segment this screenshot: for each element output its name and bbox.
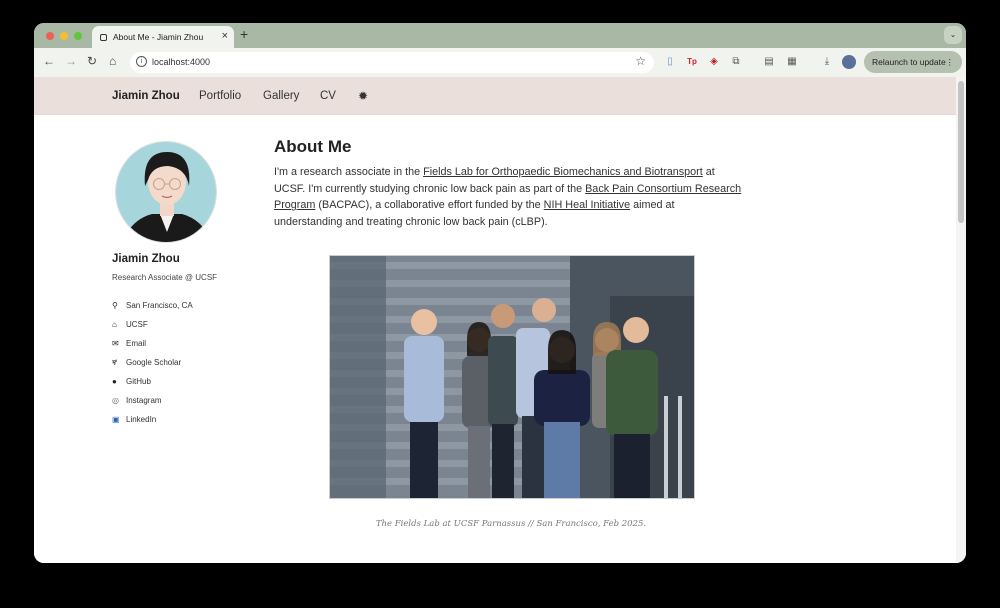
author-scholar-label[interactable]: Google Scholar xyxy=(126,358,181,367)
browser-window: About Me - Jiamin Zhou × + ⌄ ← → ↻ ⌂ i l… xyxy=(34,23,966,563)
back-button[interactable]: ← xyxy=(43,54,55,68)
url-text[interactable]: localhost:4000 xyxy=(152,57,210,67)
profile-avatar-icon[interactable] xyxy=(842,55,856,69)
university-icon: ⌂ xyxy=(112,320,117,329)
author-name: Jiamin Zhou xyxy=(112,253,180,265)
tab-title: About Me - Jiamin Zhou xyxy=(113,32,204,42)
forward-button[interactable]: → xyxy=(65,54,77,68)
intro-paragraph: I'm a research associate in the Fields L… xyxy=(274,164,744,230)
puzzle-extension-icon[interactable]: ⧉ xyxy=(729,55,743,69)
nih-heal-link[interactable]: NIH Heal Initiative xyxy=(544,199,630,211)
tab-close-icon[interactable]: × xyxy=(222,30,228,42)
document-extension-icon[interactable]: ▯ xyxy=(663,55,677,69)
page-scrollbar[interactable] xyxy=(956,77,966,563)
author-instagram-label[interactable]: Instagram xyxy=(126,396,162,405)
author-instagram-link[interactable]: ◎ Instagram xyxy=(112,391,193,410)
minimize-window-button[interactable] xyxy=(60,32,68,40)
author-linkedin-link[interactable]: ▣ LinkedIn xyxy=(112,410,193,429)
author-links: ⚲ San Francisco, CA ⌂ UCSF ✉ Email ኛ Goo… xyxy=(112,296,193,429)
nav-gallery-link[interactable]: Gallery xyxy=(263,90,299,102)
tab-bar: About Me - Jiamin Zhou × + ⌄ xyxy=(34,23,966,48)
author-github-label[interactable]: GitHub xyxy=(126,377,151,386)
nav-portfolio-link[interactable]: Portfolio xyxy=(199,90,241,102)
envelope-icon: ✉ xyxy=(112,339,119,348)
site-masthead: Jiamin Zhou Portfolio Gallery CV ✹ xyxy=(34,77,956,115)
avatar-portrait-image xyxy=(116,142,216,242)
tab-about-me[interactable]: About Me - Jiamin Zhou × xyxy=(92,26,234,48)
github-favicon-icon xyxy=(100,33,107,41)
relaunch-label: Relaunch to update xyxy=(872,57,946,67)
author-employer: ⌂ UCSF xyxy=(112,315,193,334)
author-scholar-link[interactable]: ኛ Google Scholar xyxy=(112,353,193,372)
trash-extension-icon[interactable]: ▤ xyxy=(762,55,776,69)
site-title-link[interactable]: Jiamin Zhou xyxy=(112,90,180,102)
site-info-icon[interactable]: i xyxy=(136,56,147,67)
menu-dots-icon[interactable]: ⋮ xyxy=(946,51,955,73)
address-bar[interactable]: i localhost:4000 ☆ xyxy=(130,52,654,73)
theme-toggle-icon[interactable]: ✹ xyxy=(358,89,368,103)
home-button[interactable]: ⌂ xyxy=(109,54,116,68)
map-marker-icon: ⚲ xyxy=(112,301,118,310)
nav-cv-link[interactable]: CV xyxy=(320,90,336,102)
page-title: About Me xyxy=(274,137,352,156)
author-location-label: San Francisco, CA xyxy=(126,301,193,310)
author-linkedin-label[interactable]: LinkedIn xyxy=(126,415,156,424)
avatar xyxy=(115,141,217,243)
lab-group-photo-image xyxy=(330,256,694,498)
author-github-link[interactable]: ● GitHub xyxy=(112,372,193,391)
scrollbar-thumb[interactable] xyxy=(958,81,964,223)
intro-text-1: I'm a research associate in the xyxy=(274,166,424,178)
browser-toolbar: ← → ↻ ⌂ i localhost:4000 ☆ ▯ Tp ◈ ⧉ ▤ ▦ … xyxy=(34,48,966,77)
author-email-link[interactable]: ✉ Email xyxy=(112,334,193,353)
new-tab-button[interactable]: + xyxy=(240,26,248,42)
github-icon: ● xyxy=(112,377,117,386)
reload-button[interactable]: ↻ xyxy=(87,54,97,68)
instagram-icon: ◎ xyxy=(112,396,119,405)
author-location: ⚲ San Francisco, CA xyxy=(112,296,193,315)
download-icon[interactable]: ⤓ xyxy=(820,55,834,69)
maximize-window-button[interactable] xyxy=(74,32,82,40)
author-bio: Research Associate @ UCSF xyxy=(112,273,218,282)
google-scholar-icon: ኛ xyxy=(112,357,118,367)
author-email-label[interactable]: Email xyxy=(126,339,146,348)
close-window-button[interactable] xyxy=(46,32,54,40)
linkedin-icon: ▣ xyxy=(112,415,120,424)
page-viewport: Jiamin Zhou Portfolio Gallery CV ✹ Jiami… xyxy=(34,77,956,563)
lab-group-photo xyxy=(329,255,695,499)
main-content: About Me I'm a research associate in the… xyxy=(274,137,744,230)
intro-text-3: (BACPAC), a collaborative effort funded … xyxy=(315,199,544,212)
author-employer-label: UCSF xyxy=(126,320,148,329)
sidepanel-icon[interactable]: ▦ xyxy=(785,55,799,69)
photo-caption: The Fields Lab at UCSF Parnassus // San … xyxy=(375,519,647,529)
relaunch-to-update-button[interactable]: Relaunch to update ⋮ xyxy=(864,51,962,73)
shield-extension-icon[interactable]: ◈ xyxy=(707,55,721,69)
bookmark-star-icon[interactable]: ☆ xyxy=(635,54,646,68)
tab-search-button[interactable]: ⌄ xyxy=(944,26,962,44)
fields-lab-link[interactable]: Fields Lab for Orthopaedic Biomechanics … xyxy=(423,166,703,178)
tp-extension-icon[interactable]: Tp xyxy=(685,55,699,69)
